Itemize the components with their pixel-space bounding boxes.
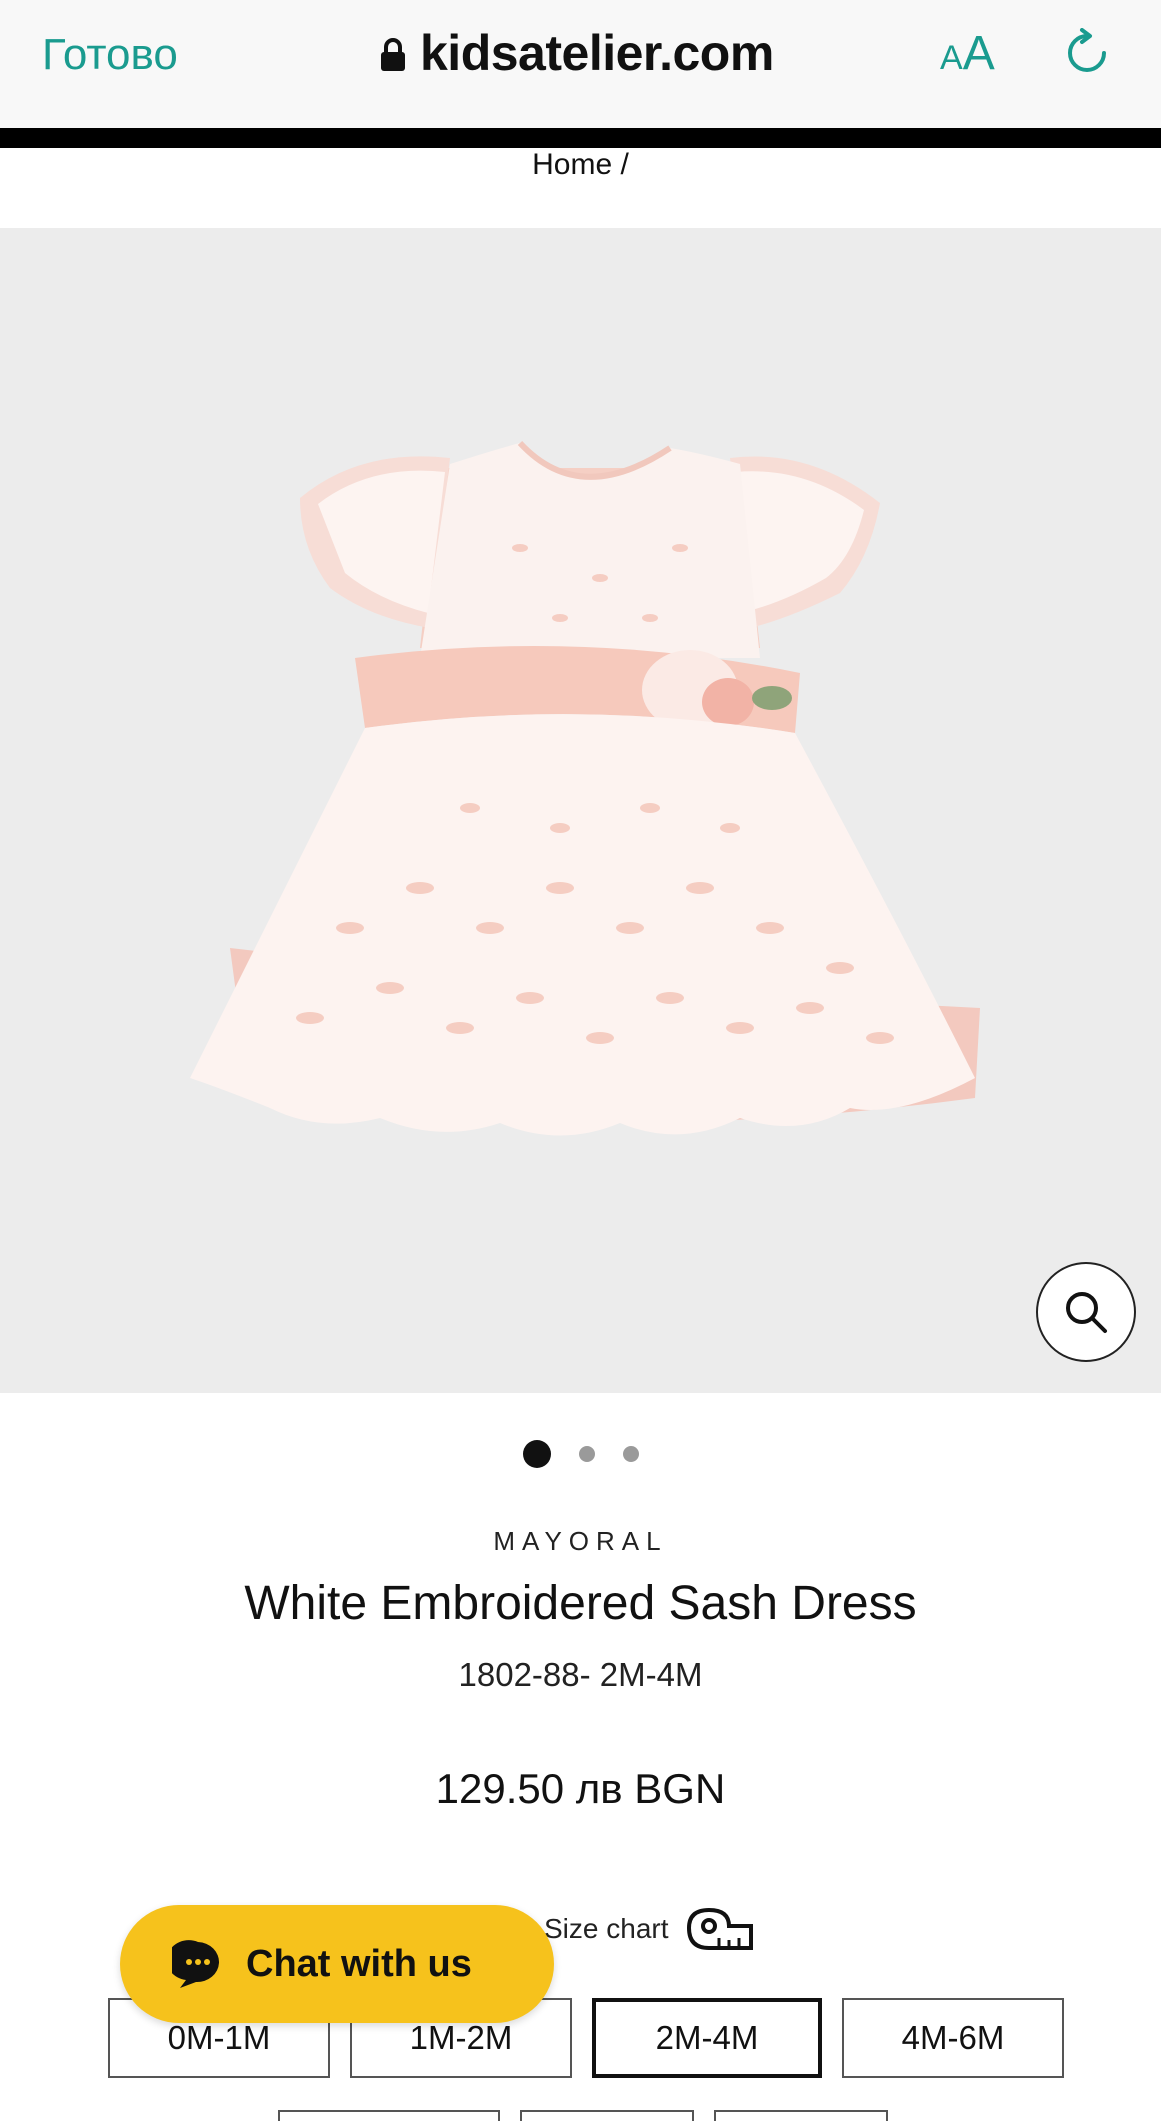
product-image[interactable] <box>0 228 1161 1393</box>
text-size-button[interactable]: AA <box>940 26 995 81</box>
chat-bubble-icon <box>172 1940 219 1988</box>
chat-button[interactable]: Chat with us <box>120 1905 554 2023</box>
product-price: 129.50 лв BGN <box>435 1765 726 1812</box>
dress-illustration <box>190 440 980 1136</box>
reload-icon[interactable] <box>1062 28 1112 78</box>
address-bar[interactable]: kidsatelier.com <box>380 24 774 82</box>
size-option-4m-6m[interactable]: 4M-6M <box>842 1998 1064 2078</box>
url-text: kidsatelier.com <box>420 25 774 81</box>
size-option-partial[interactable] <box>520 2110 694 2121</box>
pagination-dot-1[interactable] <box>522 1440 551 1468</box>
size-selector-row-2 <box>278 2110 888 2121</box>
image-pagination <box>0 1440 1161 1468</box>
search-icon <box>1066 1292 1107 1333</box>
product-title: White Embroidered Sash Dress <box>244 1577 917 1630</box>
done-button[interactable]: Готово <box>42 30 178 80</box>
ruler-icon <box>686 1907 753 1950</box>
pagination-dot-2[interactable] <box>578 1446 595 1462</box>
size-option-partial[interactable] <box>714 2110 888 2121</box>
lock-icon <box>381 38 405 71</box>
pagination-dot-3[interactable] <box>622 1446 639 1462</box>
size-option-2m-4m[interactable]: 2M-4M <box>592 1998 822 2078</box>
size-chart-link[interactable]: Size chart <box>544 1906 755 1952</box>
size-chart-label: Size chart <box>544 1913 669 1944</box>
site-header-strip <box>0 128 1161 148</box>
breadcrumb[interactable]: Home / <box>0 148 1161 182</box>
chat-label: Chat with us <box>246 1942 472 1985</box>
product-sku: 1802-88- 2M-4M <box>458 1656 703 1693</box>
size-option-partial[interactable] <box>278 2110 500 2121</box>
zoom-button[interactable] <box>1036 1262 1136 1362</box>
browser-toolbar: Готово kidsatelier.com AA <box>0 0 1161 128</box>
product-brand[interactable]: MAYORAL <box>0 1526 1161 1557</box>
